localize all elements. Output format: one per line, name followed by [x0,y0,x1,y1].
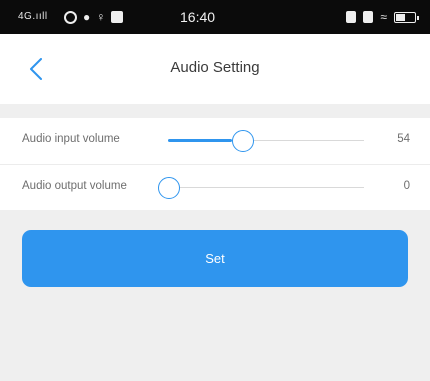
audio-input-volume-label: Audio input volume [22,133,120,145]
battery-icon [394,11,419,23]
section-divider [0,104,430,118]
slider-thumb[interactable] [232,130,254,152]
audio-input-volume-value: 54 [397,133,410,145]
slider-track [158,187,364,188]
audio-input-volume-slider[interactable] [168,130,364,152]
phone-screen: 4G.ııll ● ♀ 16:40 ≈ Audio Setting Audio … [0,0,430,381]
navigation-header: Audio Setting [0,34,430,104]
slider-thumb[interactable] [158,177,180,199]
audio-output-volume-slider[interactable] [158,177,364,199]
status-time: 16:40 [180,9,216,25]
audio-output-volume-row: Audio output volume 0 [0,164,430,210]
status-bar: 4G.ııll ● ♀ 16:40 ≈ [0,0,430,34]
alarm-icon [363,11,374,23]
slider-fill [168,139,232,142]
set-button[interactable]: Set [22,230,408,287]
status-system-icons: ≈ [346,10,419,24]
image-notification-icon [111,11,124,23]
action-area: Set [0,210,430,381]
location-notification-icon: ♀ [96,10,106,24]
nfc-icon [346,11,357,23]
circle-notification-icon [64,10,77,24]
audio-output-volume-value: 0 [403,180,410,192]
audio-input-volume-row: Audio input volume 54 [0,118,430,164]
status-notification-icons: ● ♀ [64,9,124,25]
wifi-icon: ≈ [380,10,387,24]
page-title: Audio Setting [170,59,260,76]
chat-notification-icon: ● [83,10,91,24]
audio-output-volume-label: Audio output volume [22,180,127,192]
network-signal-indicator: 4G.ııll [18,11,48,22]
